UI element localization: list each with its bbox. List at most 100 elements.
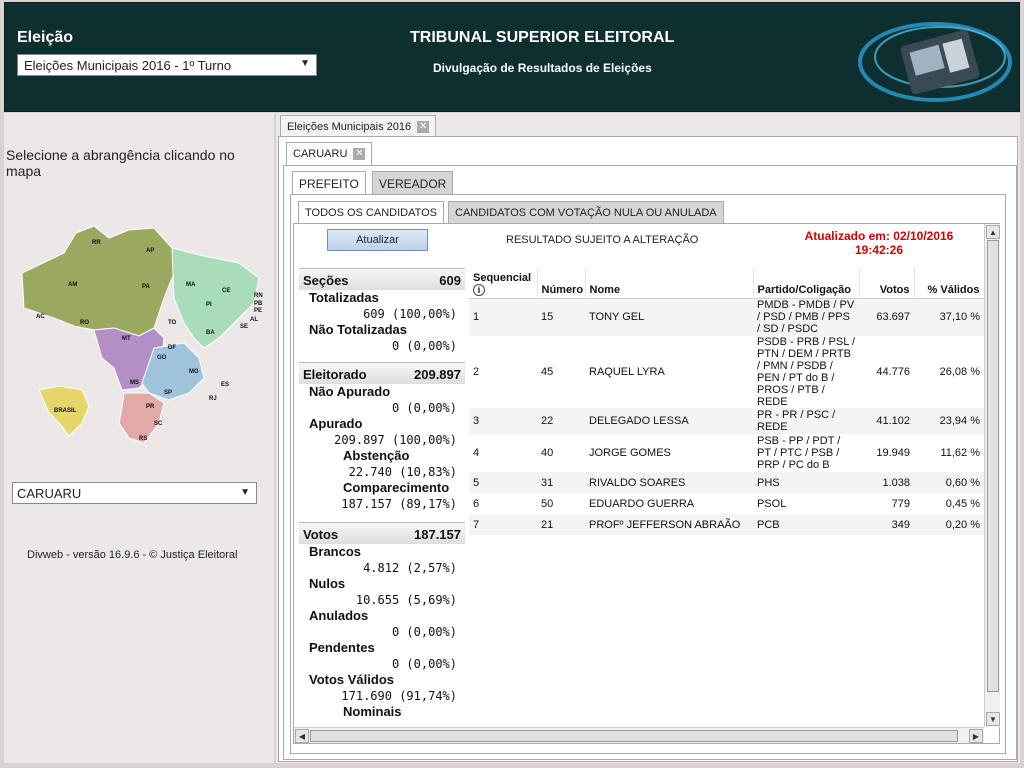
cell-votos: 41.102 (859, 408, 914, 434)
tab-caruaru-label: CARUARU (293, 148, 348, 160)
col-header-partido[interactable]: Partido/Coligação (753, 268, 860, 298)
svg-text:CE: CE (222, 288, 230, 294)
table-row[interactable]: 7 21 PROFº JEFFERSON ABRAÃO PCB 349 0,20 % (469, 514, 984, 535)
svg-text:MS: MS (130, 380, 139, 386)
svg-text:MA: MA (186, 282, 196, 288)
tab-prefeito-label: PREFEITO (299, 177, 359, 191)
results-table-body: 1 15 TONY GEL PMDB - PMDB / PV / PSD / PMB … (469, 298, 984, 535)
cell-partido: PR - PR / PSC / REDE (753, 408, 859, 434)
vertical-scrollbar[interactable]: ▲ ▼ (984, 224, 1000, 727)
votos-label: Votos (303, 527, 339, 542)
eleicao-select-value: Eleições Municipais 2016 - 1º Turno (24, 58, 232, 73)
svg-text:PR: PR (146, 404, 155, 410)
svg-text:PA: PA (142, 284, 151, 290)
svg-text:AM: AM (68, 282, 77, 288)
nao-apurado-value: 0 (0,00%) (391, 401, 457, 415)
results-table: Sequencial i Número Nome Partido/Coligaçã… (469, 268, 984, 535)
apurado-label: Apurado (309, 416, 363, 431)
svg-text:TO: TO (168, 320, 177, 326)
cell-sequencial: 4 (473, 447, 480, 459)
chevron-down-icon: ▼ (300, 58, 310, 69)
cell-partido: PCB (753, 514, 859, 535)
updated-timestamp: Atualizado em: 02/10/2016 19:42:26 (796, 229, 962, 257)
updated-time: 19:42:26 (854, 243, 904, 257)
svg-text:RO: RO (80, 320, 89, 326)
tab-eleicao[interactable]: Eleições Municipais 2016 ✕ (280, 115, 437, 136)
table-row[interactable]: 3 22 DELEGADO LESSA PR - PR / PSC / REDE 41.… (469, 408, 984, 434)
cell-validos: 0,45 % (945, 497, 980, 510)
tab-todos-label: TODOS OS CANDIDATOS (305, 207, 438, 219)
svg-text:RN: RN (254, 293, 263, 299)
scroll-right-icon[interactable]: ▶ (969, 729, 983, 743)
anulados-label: Anulados (309, 608, 369, 623)
eleicao-select[interactable]: Eleições Municipais 2016 - 1º Turno ▼ (17, 54, 317, 76)
tab-caruaru[interactable]: CARUARU ✕ (286, 142, 373, 166)
col-sequencial-label: Sequencial (473, 271, 532, 284)
nulos-value: 10.655 (5,69%) (355, 593, 457, 607)
tab-todos-candidatos[interactable]: TODOS OS CANDIDATOS (298, 201, 445, 224)
cell-numero: 15 (537, 298, 585, 336)
tab-prefeito[interactable]: PREFEITO (292, 171, 366, 195)
cell-votos: 44.776 (876, 366, 910, 378)
col-header-validos[interactable]: % Válidos (914, 268, 984, 298)
map-region-northeast (171, 247, 260, 349)
horizontal-scrollbar[interactable]: ◀ ▶ (294, 727, 984, 743)
nulos-label: Nulos (309, 576, 346, 591)
results-table-wrap: Sequencial i Número Nome Partido/Coligaçã… (469, 268, 984, 724)
nao-apurado-label: Não Apurado (309, 384, 391, 399)
table-row[interactable]: 2 45 RAQUEL LYRA PSDB - PRB / PSL / PTN / D… (469, 336, 984, 408)
svg-text:RJ: RJ (209, 396, 217, 402)
svg-text:PB: PB (254, 301, 263, 307)
eleitorado-label: Eleitorado (303, 367, 367, 382)
secoes-label: Seções (303, 273, 349, 288)
col-header-sequencial[interactable]: Sequencial i (469, 268, 538, 298)
cell-partido: PSB - PP / PDT / PT / PTC / PSB / PRP / … (757, 435, 841, 471)
table-row[interactable]: 1 15 TONY GEL PMDB - PMDB / PV / PSD / PMB … (469, 298, 984, 336)
tab-votacao-nula[interactable]: CANDIDATOS COM VOTAÇÃO NULA OU ANULADA (448, 201, 724, 223)
vertical-scroll-thumb[interactable] (987, 240, 999, 692)
tab-nula-label: CANDIDATOS COM VOTAÇÃO NULA OU ANULADA (455, 207, 717, 219)
cell-votos: 349 (859, 514, 914, 535)
cell-validos: 11,62 % (940, 447, 980, 459)
cell-validos: 0,60 % (914, 472, 984, 493)
cell-nome: TONY GEL (585, 298, 753, 336)
cell-nome: RAQUEL LYRA (589, 366, 665, 378)
atualizar-button[interactable]: Atualizar (327, 229, 428, 251)
cell-numero: 22 (537, 408, 585, 434)
brazil-map[interactable]: RR AP AM PA MA CE RN PB PE ALSE PI AC RO TO BA MT DF… (14, 218, 266, 473)
svg-text:MT: MT (122, 336, 131, 342)
svg-text:BRASIL: BRASIL (54, 408, 77, 414)
horizontal-scroll-thumb[interactable] (310, 730, 958, 742)
table-row[interactable]: 5 31 RIVALDO SOARES PHS 1.038 0,60 % (469, 472, 984, 493)
table-row[interactable]: 6 50 EDUARDO GUERRA PSOL 779 0,45 % (469, 493, 984, 514)
scroll-left-icon[interactable]: ◀ (295, 729, 309, 743)
col-header-votos[interactable]: Votos (859, 268, 915, 298)
cell-nome: JORGE GOMES (589, 447, 671, 459)
abstencao-value: 22.740 (10,83%) (348, 465, 457, 479)
apurado-value: 209.897 (100,00%) (334, 433, 457, 447)
cell-sequencial: 1 (469, 298, 537, 336)
svg-text:AL: AL (250, 317, 258, 323)
municipio-select[interactable]: CARUARU ▼ (12, 482, 257, 504)
close-icon[interactable]: ✕ (417, 121, 430, 134)
table-row[interactable]: 4 40 JORGE GOMES PSB - PP / PDT / PT / PTC … (469, 434, 984, 472)
cell-partido: PHS (753, 472, 859, 493)
scroll-up-icon[interactable]: ▲ (986, 225, 1000, 239)
col-header-numero[interactable]: Número (537, 268, 586, 298)
svg-text:DF: DF (168, 345, 176, 351)
close-icon[interactable]: ✕ (353, 148, 366, 161)
svg-text:PI: PI (206, 302, 212, 308)
eleitorado-value: 209.897 (414, 367, 461, 382)
cell-sequencial: 7 (469, 514, 537, 535)
header: Eleição Eleições Municipais 2016 - 1º Tu… (4, 2, 1020, 112)
scroll-down-icon[interactable]: ▼ (986, 712, 1000, 726)
info-icon[interactable]: i (473, 283, 485, 296)
updated-date: Atualizado em: 02/10/2016 (804, 229, 954, 243)
totalizadas-value: 609 (100,00%) (363, 307, 457, 321)
svg-text:AC: AC (36, 314, 45, 320)
tab-eleicao-label: Eleições Municipais 2016 (287, 121, 412, 133)
municipio-select-value: CARUARU (17, 486, 82, 501)
tab-vereador[interactable]: VEREADOR (372, 171, 454, 194)
cell-validos: 23,94 % (914, 408, 984, 434)
col-header-nome[interactable]: Nome (585, 268, 754, 298)
